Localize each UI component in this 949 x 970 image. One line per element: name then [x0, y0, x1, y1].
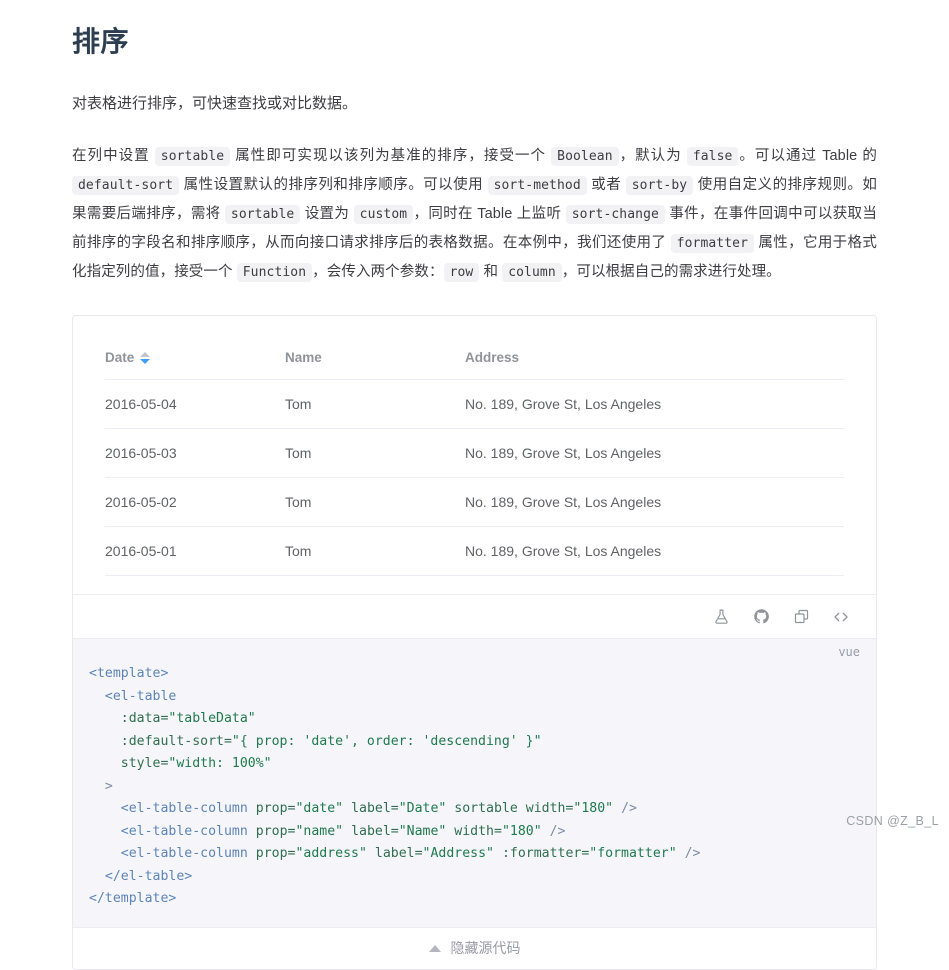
cell-date: 2016-05-03: [105, 428, 285, 478]
hide-source-button[interactable]: 隐藏源代码: [73, 926, 876, 969]
code-language-label: vue: [838, 645, 860, 659]
cell-address: No. 189, Grove St, Los Angeles: [465, 477, 844, 527]
caret-up-icon[interactable]: [140, 351, 151, 357]
inline-code: Function: [236, 263, 313, 282]
inline-code: row: [443, 263, 480, 282]
demo-card: Date Name Address 2016-05-04 Tom No. 189…: [72, 315, 877, 970]
cell-address: No. 189, Grove St, Los Angeles: [465, 526, 844, 576]
page-root: 排序 对表格进行排序，可快速查找或对比数据。 在列中设置 sortable 属性…: [0, 0, 949, 970]
inline-code: sort-change: [565, 205, 665, 224]
sortable-table: Date Name Address 2016-05-04 Tom No. 189…: [105, 338, 844, 576]
table-header-name: Name: [285, 338, 465, 380]
cell-date: 2016-05-04: [105, 379, 285, 429]
copy-icon[interactable]: [792, 608, 810, 626]
table-body: 2016-05-04 Tom No. 189, Grove St, Los An…: [105, 379, 844, 576]
inline-code: sortable: [224, 205, 301, 224]
table-header-name-label: Name: [285, 350, 322, 365]
cell-name: Tom: [285, 526, 465, 576]
caret-up-icon: [428, 944, 441, 952]
inline-code: Boolean: [551, 147, 619, 166]
inline-code: false: [686, 147, 739, 166]
inline-code: sort-method: [487, 176, 587, 195]
code-content[interactable]: <template> <el-table :data="tableData" :…: [73, 639, 876, 927]
page-description: 在列中设置 sortable 属性即可实现以该列为基准的排序，接受一个 Bool…: [72, 147, 878, 282]
table-row[interactable]: 2016-05-01 Tom No. 189, Grove St, Los An…: [105, 526, 844, 576]
table-row[interactable]: 2016-05-02 Tom No. 189, Grove St, Los An…: [105, 477, 844, 527]
cell-name: Tom: [285, 428, 465, 478]
table-header-address-label: Address: [465, 350, 520, 365]
code-brackets-icon[interactable]: [832, 608, 850, 626]
demo-toolbar: [73, 594, 876, 638]
inline-code: column: [502, 263, 562, 282]
table-header-row: Date Name Address: [105, 338, 844, 380]
cell-date: 2016-05-01: [105, 526, 285, 576]
table-header-date[interactable]: Date: [105, 338, 285, 380]
playground-flask-icon[interactable]: [712, 608, 730, 626]
table-header-address: Address: [465, 338, 844, 380]
inline-code: sortable: [154, 147, 231, 166]
cell-address: No. 189, Grove St, Los Angeles: [465, 379, 844, 429]
cell-name: Tom: [285, 477, 465, 527]
sort-caret-icon[interactable]: [140, 351, 151, 364]
table-row[interactable]: 2016-05-03 Tom No. 189, Grove St, Los An…: [105, 428, 844, 478]
table-row[interactable]: 2016-05-04 Tom No. 189, Grove St, Los An…: [105, 379, 844, 429]
page-intro: 对表格进行排序，可快速查找或对比数据。: [72, 95, 358, 112]
page-title: 排序: [72, 26, 130, 57]
sort-control-date[interactable]: Date: [105, 350, 151, 365]
table-header-date-label: Date: [105, 350, 135, 365]
cell-date: 2016-05-02: [105, 477, 285, 527]
inline-code: sort-by: [625, 176, 694, 195]
table-head: Date Name Address: [105, 338, 844, 380]
github-icon[interactable]: [752, 608, 770, 626]
inline-code: formatter: [670, 234, 755, 253]
cell-name: Tom: [285, 379, 465, 429]
code-block: vue <template> <el-table :data="tableDat…: [73, 638, 876, 927]
inline-code: custom: [353, 205, 414, 224]
watermark: CSDN @Z_B_L: [846, 814, 939, 828]
inline-code: default-sort: [72, 176, 180, 195]
demo-preview: Date Name Address 2016-05-04 Tom No. 189…: [73, 316, 876, 594]
cell-address: No. 189, Grove St, Los Angeles: [465, 428, 844, 478]
hide-source-label: 隐藏源代码: [450, 940, 521, 956]
caret-down-icon[interactable]: [140, 358, 151, 364]
